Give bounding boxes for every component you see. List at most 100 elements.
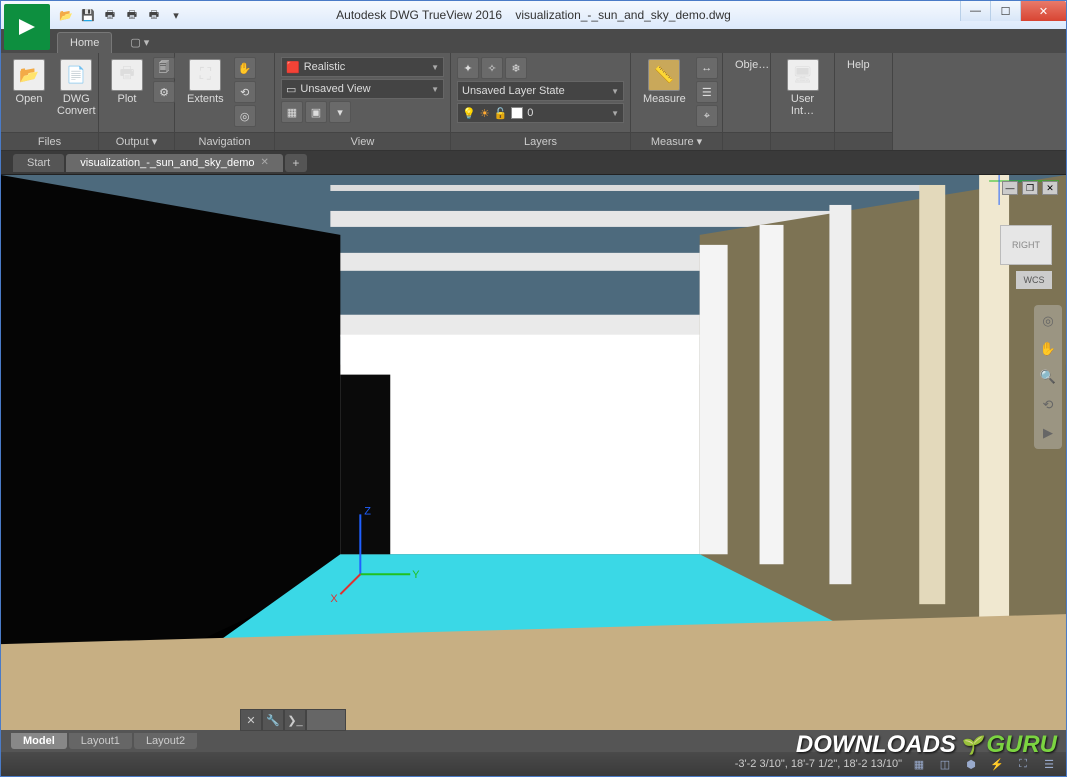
panel-label-view: View (275, 132, 450, 150)
folder-open-icon: 📂 (13, 59, 45, 91)
open-button[interactable]: 📂 Open (7, 57, 51, 107)
close-tab-icon[interactable]: ✕ (261, 157, 269, 168)
application-menu-button[interactable] (4, 4, 50, 50)
view-tool-icon[interactable]: ▾ (329, 101, 351, 123)
pan-icon[interactable]: ✋ (234, 57, 256, 79)
panel-help: Help (835, 53, 893, 150)
steering-wheel-icon[interactable]: ◎ (234, 105, 256, 127)
panel-label-obj (723, 132, 770, 150)
panel-label-navigation: Navigation (175, 132, 274, 150)
zoom-icon[interactable]: 🔍 (1038, 367, 1058, 387)
vp-restore-icon[interactable]: ❐ (1022, 181, 1038, 195)
svg-text:Z: Z (364, 505, 371, 517)
named-view-dropdown[interactable]: ▭Unsaved View ▼ (281, 79, 444, 99)
batch-plot-icon[interactable]: 🗐 (153, 57, 175, 79)
view-manager-icon[interactable]: ▦ (281, 101, 303, 123)
ribbon-tab-row: Home ▢ ▾ (1, 29, 1066, 53)
steering-wheel-icon[interactable]: ◎ (1038, 311, 1058, 331)
extents-button[interactable]: ⛶ Extents (181, 57, 230, 107)
scene-render: Z Y X (1, 175, 1066, 730)
ui-icon: 🖥 (787, 59, 819, 91)
plot-preview-icon[interactable]: 🖶 (123, 6, 141, 24)
panel-label-files: Files (1, 132, 98, 150)
save-icon[interactable]: 💾 (79, 6, 97, 24)
command-input[interactable] (306, 709, 346, 731)
navigation-bar: ◎ ✋ 🔍 ⟲ ▶ (1034, 305, 1062, 449)
app-window: 📂 💾 🖶 🖶 🖶 ▾ Autodesk DWG TrueView 2016 v… (0, 0, 1067, 777)
open-icon[interactable]: 📂 (57, 6, 75, 24)
visual-style-icon: 🟥 (286, 61, 300, 74)
page-setup-icon[interactable]: ⚙ (153, 81, 175, 103)
panel-ui: 🖥 User Int… (771, 53, 835, 150)
qat-dropdown-icon[interactable]: ▾ (167, 6, 185, 24)
viewport-config-icon[interactable]: ▣ (305, 101, 327, 123)
file-name: visualization_-_sun_and_sky_demo.dwg (515, 8, 730, 22)
measure-button[interactable]: 📏 Measure (637, 57, 692, 107)
id-point-icon[interactable]: ⌖ (696, 105, 718, 127)
orbit-icon[interactable]: ⟲ (234, 81, 256, 103)
print-icon[interactable]: 🖶 (101, 6, 119, 24)
tab-model[interactable]: Model (11, 733, 67, 749)
dwg-convert-button[interactable]: 📄 DWG Convert (51, 57, 102, 119)
visual-style-dropdown[interactable]: 🟥Realistic ▼ (281, 57, 444, 77)
layer-state-icon[interactable]: ✦ (457, 57, 479, 79)
panel-label-layers: Layers (451, 132, 630, 150)
extents-icon: ⛶ (189, 59, 221, 91)
command-line: ✕ 🔧 ❯_ (240, 709, 346, 731)
user-interface-button[interactable]: 🖥 User Int… (777, 57, 828, 119)
vp-minimize-icon[interactable]: — (1002, 181, 1018, 195)
help-button[interactable]: Help (841, 57, 876, 73)
viewcube[interactable]: RIGHT (1000, 225, 1052, 265)
chevron-down-icon: ▼ (431, 85, 439, 94)
window-buttons: — ☐ ✕ (960, 1, 1066, 21)
showmotion-icon[interactable]: ▶ (1038, 423, 1058, 443)
current-layer-dropdown[interactable]: 💡 ☀ 🔓 0 ▼ (457, 103, 624, 123)
list-icon[interactable]: ☰ (696, 81, 718, 103)
quick-access-toolbar: 📂 💾 🖶 🖶 🖶 ▾ (57, 6, 185, 24)
layer-state-dropdown[interactable]: Unsaved Layer State ▼ (457, 81, 624, 101)
publish-icon[interactable]: 🖶 (145, 6, 163, 24)
panel-layers: ✦ ✧ ❄ Unsaved Layer State ▼ 💡 ☀ 🔓 (451, 53, 631, 150)
tab-document[interactable]: visualization_-_sun_and_sky_demo ✕ (66, 154, 283, 172)
cmd-settings-icon[interactable]: 🔧 (262, 709, 284, 731)
layer-color-chip (511, 107, 523, 119)
panel-navigation: ⛶ Extents ✋ ⟲ ◎ Navigation (175, 53, 275, 150)
orbit-nav-icon[interactable]: ⟲ (1038, 395, 1058, 415)
vp-close-icon[interactable]: ✕ (1042, 181, 1058, 195)
cmd-close-icon[interactable]: ✕ (240, 709, 262, 731)
tab-layout1[interactable]: Layout1 (69, 733, 132, 749)
wcs-indicator[interactable]: WCS (1016, 271, 1052, 289)
coordinates-readout: -3'-2 3/10", 18'-7 1/2", 18'-2 13/10" (735, 758, 902, 770)
watermark: DOWNLOADS 🌱 GURU (796, 731, 1057, 759)
cmd-prompt-icon[interactable]: ❯_ (284, 709, 306, 731)
tab-start[interactable]: Start (13, 154, 64, 172)
pan-hand-icon[interactable]: ✋ (1038, 339, 1058, 359)
svg-text:Y: Y (412, 569, 420, 581)
viewport-3d[interactable]: Z Y X — ❐ ✕ RIGHT WCS ◎ ✋ 🔍 ⟲ ▶ (1, 175, 1066, 730)
layer-freeze-icon[interactable]: ❄ (505, 57, 527, 79)
panel-label-help (835, 132, 892, 150)
lock-icon: 🔓 (494, 107, 508, 120)
tab-overflow[interactable]: ▢ ▾ (120, 32, 159, 53)
viewport-window-controls: — ❐ ✕ (1002, 181, 1058, 195)
dwg-convert-icon: 📄 (60, 59, 92, 91)
tab-layout2[interactable]: Layout2 (134, 733, 197, 749)
minimize-button[interactable]: — (960, 1, 990, 21)
titlebar: 📂 💾 🖶 🖶 🖶 ▾ Autodesk DWG TrueView 2016 v… (1, 1, 1066, 29)
app-name: Autodesk DWG TrueView 2016 (336, 8, 502, 22)
printer-icon: 🖶 (111, 59, 143, 91)
close-button[interactable]: ✕ (1020, 1, 1066, 21)
panel-label-output[interactable]: Output ▾ (99, 132, 174, 150)
plot-button[interactable]: 🖶 Plot (105, 57, 149, 107)
panel-label-measure[interactable]: Measure ▾ (631, 132, 722, 150)
layer-iso-icon[interactable]: ✧ (481, 57, 503, 79)
tab-home[interactable]: Home (57, 32, 112, 53)
ruler-icon: 📏 (648, 59, 680, 91)
object-button[interactable]: Obje… (729, 57, 775, 73)
panel-view: 🟥Realistic ▼ ▭Unsaved View ▼ ▦ ▣ ▾ View (275, 53, 451, 150)
new-tab-button[interactable]: + (285, 154, 307, 172)
maximize-button[interactable]: ☐ (990, 1, 1020, 21)
distance-icon[interactable]: ↔ (696, 57, 718, 79)
view-icon: ▭ (286, 83, 296, 96)
panel-label-ui (771, 132, 834, 150)
